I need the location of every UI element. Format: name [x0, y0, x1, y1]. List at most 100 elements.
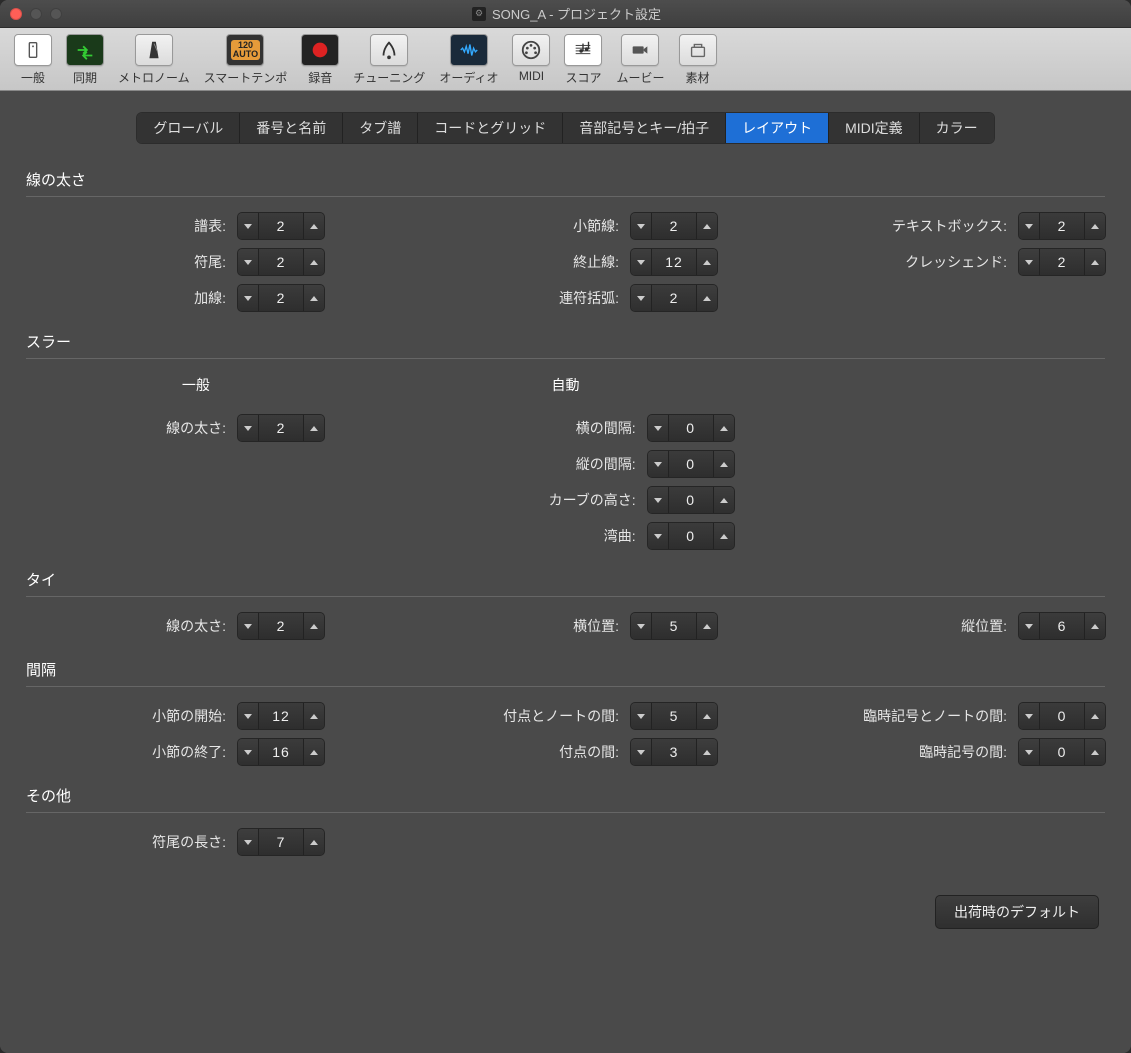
chevron-down-icon[interactable] — [238, 415, 258, 441]
accspace-stepper[interactable]: 0 — [1019, 739, 1105, 765]
tie-hpos-stepper[interactable]: 5 — [631, 613, 717, 639]
chevron-down-icon[interactable] — [238, 213, 258, 239]
chevron-down-icon[interactable] — [238, 249, 258, 275]
tab-color[interactable]: カラー — [920, 113, 994, 143]
chevron-up-icon[interactable] — [697, 739, 717, 765]
slur-thickness-value[interactable]: 2 — [258, 415, 304, 441]
barstart-value[interactable]: 12 — [258, 703, 304, 729]
stemlength-stepper[interactable]: 7 — [238, 829, 324, 855]
barend-stepper[interactable]: 16 — [238, 739, 324, 765]
chevron-up-icon[interactable] — [304, 739, 324, 765]
accspace-value[interactable]: 0 — [1039, 739, 1085, 765]
toolbar-audio[interactable]: オーディオ — [433, 34, 504, 86]
slur-thickness-stepper[interactable]: 2 — [238, 415, 324, 441]
chevron-down-icon[interactable] — [631, 613, 651, 639]
tab-chords-grids[interactable]: コードとグリッド — [418, 113, 563, 143]
chevron-up-icon[interactable] — [304, 829, 324, 855]
tab-tablature[interactable]: タブ譜 — [343, 113, 418, 143]
toolbar-score[interactable]: スコア — [558, 34, 608, 86]
toolbar-record[interactable]: 録音 — [295, 34, 345, 86]
crescendo-stepper[interactable]: 2 — [1019, 249, 1105, 275]
slur-vspace-stepper[interactable]: 0 — [648, 451, 734, 477]
chevron-up-icon[interactable] — [714, 415, 734, 441]
toolbar-smart-tempo[interactable]: 120AUTO スマートテンポ — [198, 34, 294, 86]
chevron-up-icon[interactable] — [304, 613, 324, 639]
tuplet-stepper[interactable]: 2 — [631, 285, 717, 311]
chevron-up-icon[interactable] — [714, 451, 734, 477]
toolbar-metronome[interactable]: メトロノーム — [112, 34, 196, 86]
chevron-down-icon[interactable] — [648, 451, 668, 477]
chevron-down-icon[interactable] — [1019, 213, 1039, 239]
chevron-up-icon[interactable] — [304, 213, 324, 239]
toolbar-general[interactable]: 一般 — [8, 34, 58, 86]
slur-hspace-stepper[interactable]: 0 — [648, 415, 734, 441]
chevron-up-icon[interactable] — [1085, 213, 1105, 239]
chevron-up-icon[interactable] — [697, 703, 717, 729]
dotspace-stepper[interactable]: 3 — [631, 739, 717, 765]
tie-hpos-value[interactable]: 5 — [651, 613, 697, 639]
barline-stepper[interactable]: 2 — [631, 213, 717, 239]
staff-value[interactable]: 2 — [258, 213, 304, 239]
finalbar-stepper[interactable]: 12 — [631, 249, 717, 275]
chevron-up-icon[interactable] — [304, 703, 324, 729]
chevron-down-icon[interactable] — [238, 285, 258, 311]
toolbar-midi[interactable]: MIDI — [506, 34, 556, 86]
accnote-value[interactable]: 0 — [1039, 703, 1085, 729]
tab-layout[interactable]: レイアウト — [726, 113, 829, 143]
slur-bend-value[interactable]: 0 — [668, 523, 714, 549]
chevron-down-icon[interactable] — [238, 829, 258, 855]
slur-vspace-value[interactable]: 0 — [668, 451, 714, 477]
tab-global[interactable]: グローバル — [137, 113, 240, 143]
slur-curve-stepper[interactable]: 0 — [648, 487, 734, 513]
chevron-down-icon[interactable] — [648, 415, 668, 441]
chevron-down-icon[interactable] — [631, 249, 651, 275]
textbox-stepper[interactable]: 2 — [1019, 213, 1105, 239]
barstart-stepper[interactable]: 12 — [238, 703, 324, 729]
toolbar-movie[interactable]: ムービー — [610, 34, 670, 86]
chevron-down-icon[interactable] — [648, 523, 668, 549]
tie-thickness-stepper[interactable]: 2 — [238, 613, 324, 639]
stemlength-value[interactable]: 7 — [258, 829, 304, 855]
chevron-up-icon[interactable] — [697, 613, 717, 639]
tab-clefs[interactable]: 音部記号とキー/拍子 — [563, 113, 726, 143]
stem-stepper[interactable]: 2 — [238, 249, 324, 275]
chevron-up-icon[interactable] — [1085, 613, 1105, 639]
chevron-down-icon[interactable] — [631, 703, 651, 729]
tie-vpos-stepper[interactable]: 6 — [1019, 613, 1105, 639]
chevron-up-icon[interactable] — [697, 249, 717, 275]
chevron-up-icon[interactable] — [697, 285, 717, 311]
chevron-down-icon[interactable] — [631, 213, 651, 239]
toolbar-sync[interactable]: 同期 — [60, 34, 110, 86]
chevron-down-icon[interactable] — [631, 739, 651, 765]
dotnote-stepper[interactable]: 5 — [631, 703, 717, 729]
tuplet-value[interactable]: 2 — [651, 285, 697, 311]
close-window-button[interactable] — [10, 8, 22, 20]
chevron-up-icon[interactable] — [1085, 703, 1105, 729]
tie-thickness-value[interactable]: 2 — [258, 613, 304, 639]
dotnote-value[interactable]: 5 — [651, 703, 697, 729]
chevron-up-icon[interactable] — [1085, 739, 1105, 765]
chevron-down-icon[interactable] — [631, 285, 651, 311]
zoom-window-button[interactable] — [50, 8, 62, 20]
staff-stepper[interactable]: 2 — [238, 213, 324, 239]
chevron-up-icon[interactable] — [714, 523, 734, 549]
chevron-up-icon[interactable] — [714, 487, 734, 513]
chevron-down-icon[interactable] — [238, 739, 258, 765]
crescendo-value[interactable]: 2 — [1039, 249, 1085, 275]
dotspace-value[interactable]: 3 — [651, 739, 697, 765]
stem-value[interactable]: 2 — [258, 249, 304, 275]
minimize-window-button[interactable] — [30, 8, 42, 20]
barend-value[interactable]: 16 — [258, 739, 304, 765]
textbox-value[interactable]: 2 — [1039, 213, 1085, 239]
chevron-down-icon[interactable] — [1019, 739, 1039, 765]
slur-bend-stepper[interactable]: 0 — [648, 523, 734, 549]
chevron-down-icon[interactable] — [238, 613, 258, 639]
chevron-up-icon[interactable] — [304, 415, 324, 441]
tab-numbers-names[interactable]: 番号と名前 — [240, 113, 343, 143]
chevron-up-icon[interactable] — [304, 285, 324, 311]
barline-value[interactable]: 2 — [651, 213, 697, 239]
chevron-down-icon[interactable] — [1019, 613, 1039, 639]
toolbar-assets[interactable]: 素材 — [673, 34, 723, 86]
slur-curve-value[interactable]: 0 — [668, 487, 714, 513]
ledger-stepper[interactable]: 2 — [238, 285, 324, 311]
